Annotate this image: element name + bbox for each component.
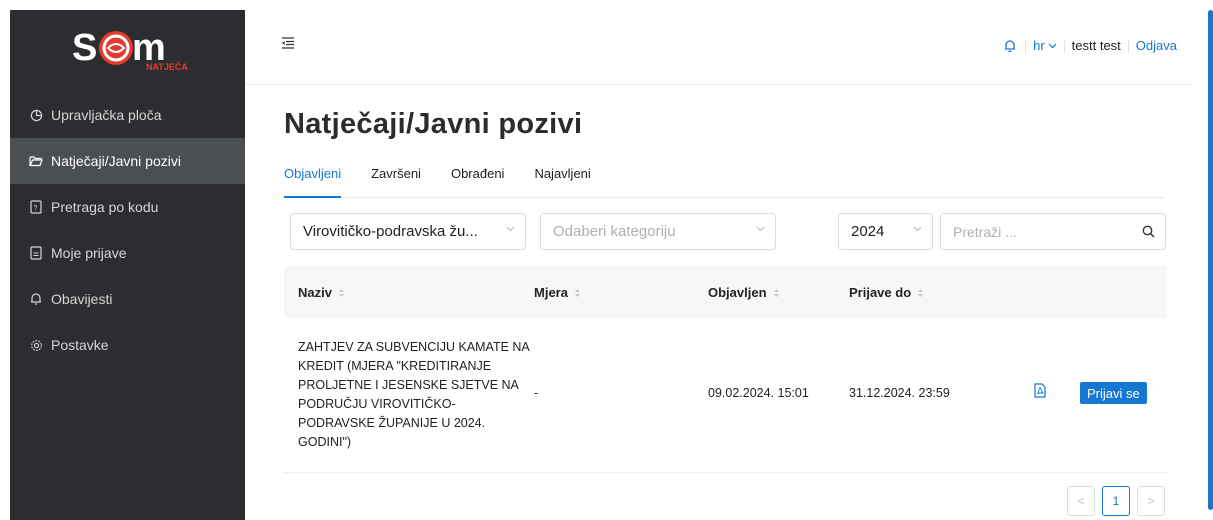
logout-link[interactable]: Odjava xyxy=(1136,38,1177,53)
cell-naziv: ZAHTJEV ZA SUBVENCIJU KAMATE NA KREDIT (… xyxy=(298,340,530,449)
sort-icon xyxy=(338,288,344,297)
pagination-prev-button[interactable]: < xyxy=(1067,486,1095,516)
column-label: Mjera xyxy=(534,285,568,300)
sort-icon xyxy=(773,288,779,297)
year-select-value: 2024 xyxy=(851,223,885,240)
divider xyxy=(1063,38,1065,53)
sidebar-item-label: Obavijesti xyxy=(51,291,113,307)
chevron-down-icon xyxy=(756,226,765,232)
column-header-objavljen[interactable]: Objavljen xyxy=(708,285,780,300)
sidebar-item-dashboard[interactable]: Upravljačka ploča xyxy=(10,92,245,138)
language-label: hr xyxy=(1033,38,1045,53)
table-header: Naziv Mjera Objavljen Prijave do xyxy=(284,266,1166,318)
app-root: S m NATJEČAJI Upravljačka ploča Natječaj… xyxy=(0,0,1213,520)
user-name[interactable]: testt test xyxy=(1072,38,1121,53)
tenders-table: Naziv Mjera Objavljen Prijave do ZAHTJEV xyxy=(284,266,1166,473)
sidebar-item-postavke[interactable]: Postavke xyxy=(10,322,245,368)
folder-open-icon xyxy=(29,154,43,168)
top-bar: hr testt test Odjava xyxy=(245,10,1193,85)
document-icon xyxy=(29,246,43,260)
column-label: Prijave do xyxy=(849,285,912,300)
search-icon[interactable] xyxy=(1142,225,1155,243)
divider xyxy=(1025,38,1027,53)
page-scrollbar[interactable] xyxy=(1208,10,1213,510)
column-label: Naziv xyxy=(298,285,332,300)
sidebar-item-moje-prijave[interactable]: Moje prijave xyxy=(10,230,245,276)
sidebar-item-label: Moje prijave xyxy=(51,245,127,261)
chevron-down-icon xyxy=(913,226,922,232)
sidebar-item-label: Postavke xyxy=(51,337,109,353)
cell-prijave-do: 31.12.2024. 23:59 xyxy=(849,386,950,400)
region-select[interactable]: Virovitičko-podravska žu... xyxy=(290,213,526,250)
svg-text:S: S xyxy=(72,27,97,69)
tab-objavljeni[interactable]: Objavljeni xyxy=(284,166,342,198)
year-select[interactable]: 2024 xyxy=(838,213,933,250)
chevron-down-icon xyxy=(1048,43,1057,48)
logo[interactable]: S m NATJEČAJI xyxy=(10,10,245,90)
pagination-next-button[interactable]: > xyxy=(1137,486,1165,516)
header-actions: hr testt test Odjava xyxy=(1004,38,1177,53)
cell-mjera: - xyxy=(534,386,539,400)
main-content: Natječaji/Javni pozivi Objavljeni Završe… xyxy=(245,86,1193,520)
sidebar-item-label: Pretraga po kodu xyxy=(51,199,159,215)
bell-icon xyxy=(29,292,43,306)
sidebar-item-label: Upravljačka ploča xyxy=(51,107,162,123)
pdf-document-icon[interactable] xyxy=(1034,383,1046,401)
tab-zavrseni[interactable]: Završeni xyxy=(371,166,421,198)
sort-icon xyxy=(918,288,924,297)
svg-text:?: ? xyxy=(34,205,38,212)
language-selector[interactable]: hr xyxy=(1033,38,1057,53)
category-select-placeholder: Odaberi kategoriju xyxy=(553,223,676,240)
page-title: Natječaji/Javni pozivi xyxy=(284,108,583,140)
chevron-down-icon xyxy=(506,226,515,232)
document-search-icon: ? xyxy=(29,200,43,214)
sidebar-item-obavijesti[interactable]: Obavijesti xyxy=(10,276,245,322)
pagination: < 1 > xyxy=(1067,486,1172,516)
column-header-prijave-do[interactable]: Prijave do xyxy=(849,285,924,300)
column-header-mjera[interactable]: Mjera xyxy=(534,285,581,300)
search-input[interactable] xyxy=(941,214,1131,249)
column-label: Objavljen xyxy=(708,285,767,300)
svg-text:NATJEČAJI: NATJEČAJI xyxy=(146,61,188,72)
apply-button[interactable]: Prijavi se xyxy=(1080,382,1147,404)
notification-bell-icon[interactable] xyxy=(1004,39,1018,53)
filter-bar: Virovitičko-podravska žu... Odaberi kate… xyxy=(290,213,1166,251)
cell-objavljen: 09.02.2024. 15:01 xyxy=(708,386,809,400)
tab-najavljeni[interactable]: Najavljeni xyxy=(534,166,590,198)
search-box xyxy=(940,213,1166,250)
column-header-naziv[interactable]: Naziv xyxy=(298,285,345,300)
sidebar-item-natjecaji[interactable]: Natječaji/Javni pozivi xyxy=(10,138,245,184)
pagination-page-1[interactable]: 1 xyxy=(1102,486,1130,516)
sidebar: S m NATJEČAJI Upravljačka ploča Natječaj… xyxy=(10,10,245,520)
sidebar-item-pretraga[interactable]: ? Pretraga po kodu xyxy=(10,184,245,230)
gear-icon xyxy=(29,338,43,352)
divider xyxy=(1127,38,1129,53)
dashboard-icon xyxy=(29,108,43,122)
region-select-value: Virovitičko-podravska žu... xyxy=(303,223,478,240)
sidebar-nav: Upravljačka ploča Natječaji/Javni pozivi… xyxy=(10,92,245,368)
table-row: ZAHTJEV ZA SUBVENCIJU KAMATE NA KREDIT (… xyxy=(284,318,1166,473)
sidebar-item-label: Natječaji/Javni pozivi xyxy=(51,153,181,169)
tab-obradeni[interactable]: Obrađeni xyxy=(451,166,504,198)
sort-icon xyxy=(574,288,580,297)
som-logo-icon: S m NATJEČAJI xyxy=(72,27,188,72)
category-select[interactable]: Odaberi kategoriju xyxy=(540,213,776,250)
status-tabs: Objavljeni Završeni Obrađeni Najavljeni xyxy=(284,166,1164,198)
menu-collapse-icon[interactable] xyxy=(281,36,301,52)
